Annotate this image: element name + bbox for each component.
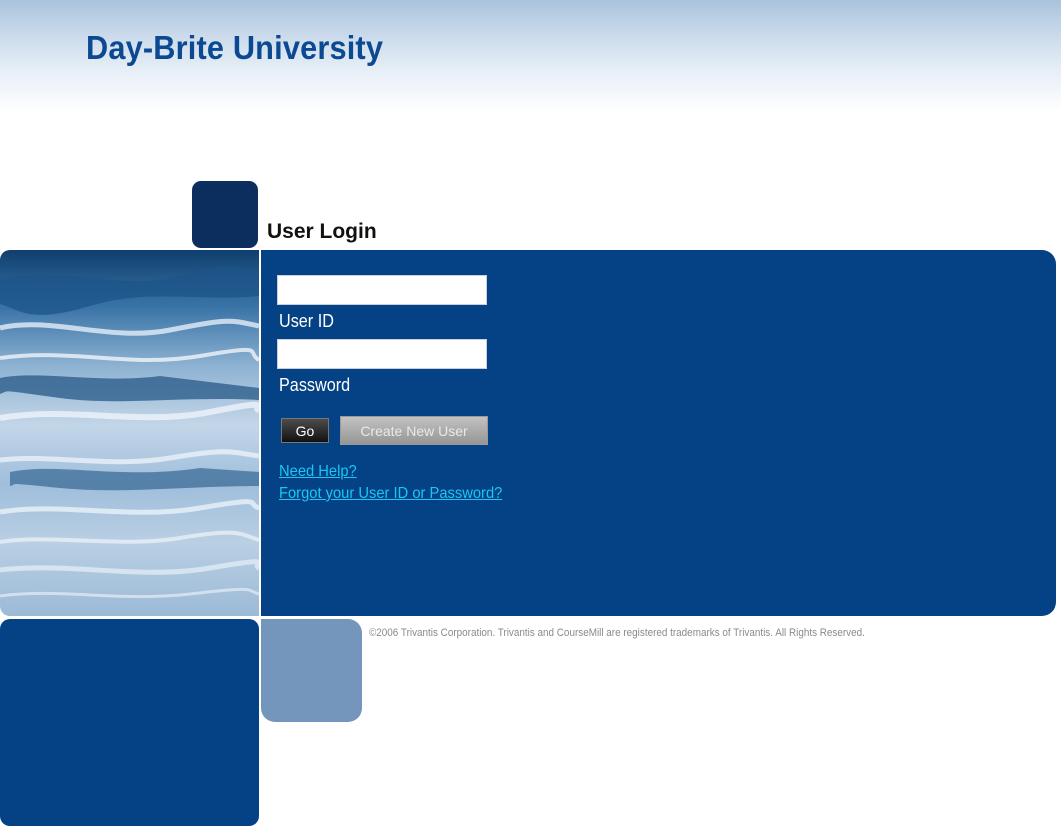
copyright-text: ©2006 Trivantis Corporation. Trivantis a…	[369, 627, 865, 639]
decorative-square	[192, 181, 258, 248]
decorative-block	[0, 619, 259, 826]
site-title: Day-Brite University	[86, 29, 384, 66]
login-heading: User Login	[267, 220, 377, 243]
go-button[interactable]: Go	[281, 418, 329, 443]
user-id-label: User ID	[279, 311, 334, 331]
login-panel: User ID Password Go Create New User Need…	[261, 250, 1056, 616]
create-new-user-button[interactable]: Create New User	[340, 416, 488, 445]
forgot-credentials-link[interactable]: Forgot your User ID or Password?	[279, 485, 502, 503]
water-ripples-graphic	[0, 266, 259, 599]
password-label: Password	[279, 375, 351, 395]
water-image	[0, 250, 259, 616]
password-input[interactable]	[277, 339, 487, 369]
decorative-light-square	[261, 619, 362, 722]
user-id-input[interactable]	[277, 275, 487, 305]
need-help-link[interactable]: Need Help?	[279, 463, 357, 481]
